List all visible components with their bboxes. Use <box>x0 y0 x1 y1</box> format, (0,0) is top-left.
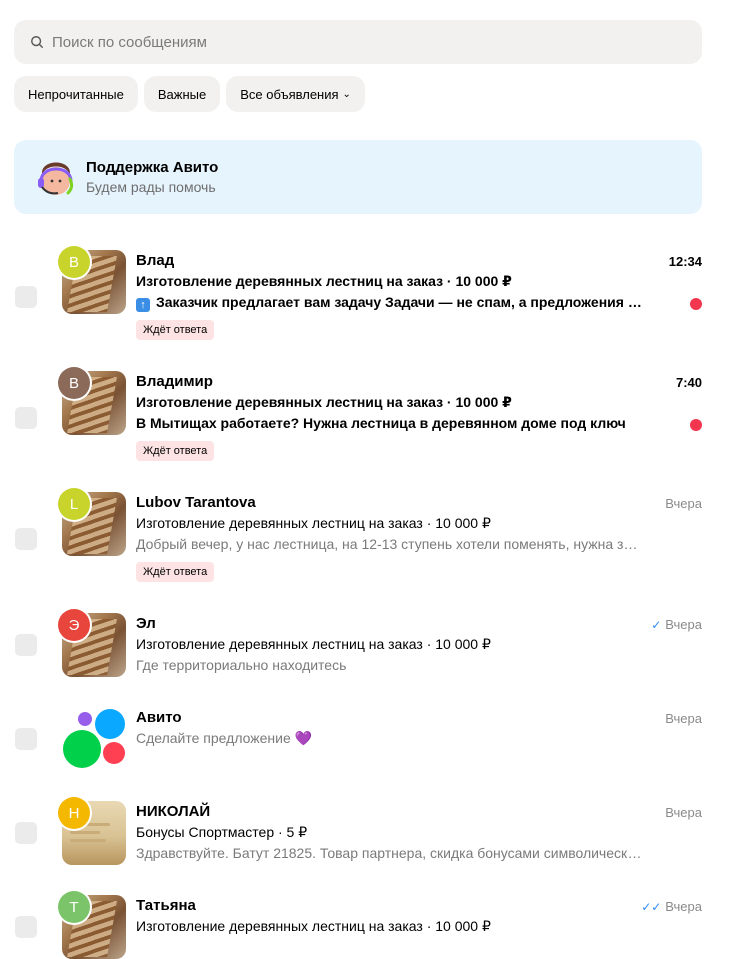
filter-chips: Непрочитанные Важные Все объявления ⌄ <box>14 76 365 112</box>
chat-user-name: Эл <box>136 615 156 632</box>
chat-select-checkbox[interactable] <box>15 286 37 308</box>
chat-time-label: 12:34 <box>668 254 702 269</box>
support-banner[interactable]: Поддержка Авито Будем рады помочь <box>14 140 702 214</box>
chat-last-message: ↑ Заказчик предлагает вам задачу Задачи —… <box>136 294 642 312</box>
chat-time-label: Вчера <box>665 899 702 914</box>
unread-indicator <box>690 298 702 310</box>
chat-time-label: Вчера <box>665 711 702 726</box>
filter-all-ads-dropdown[interactable]: Все объявления ⌄ <box>226 76 365 112</box>
filter-important-button[interactable]: Важные <box>143 76 221 112</box>
chat-last-message: В Мытищах работаете? Нужна лестница в де… <box>136 415 626 431</box>
support-title: Поддержка Авито <box>86 159 219 176</box>
chat-time-label: Вчера <box>665 805 702 820</box>
avito-logo-icon <box>63 709 125 768</box>
search-bar[interactable] <box>14 20 702 64</box>
chat-time: ✓ Вчера <box>651 617 702 632</box>
read-check-icon: ✓ <box>651 617 662 632</box>
chat-ad-title: Изготовление деревянных лестниц на заказ… <box>136 515 491 531</box>
chat-ad-title: Изготовление деревянных лестниц на заказ… <box>136 394 512 410</box>
user-avatar: В <box>58 246 90 278</box>
chat-time-label: Вчера <box>665 496 702 511</box>
chat-user-name: Влад <box>136 252 175 269</box>
chat-select-checkbox[interactable] <box>15 528 37 550</box>
user-avatar: L <box>58 488 90 520</box>
chat-select-checkbox[interactable] <box>15 822 37 844</box>
chat-time: Вчера <box>665 711 702 726</box>
chat-list-item[interactable]: В Влад 12:34 Изготовление деревянных лес… <box>0 246 746 342</box>
chat-time: ✓✓ Вчера <box>641 899 702 914</box>
chat-last-message: Здравствуйте. Батут 21825. Товар партнер… <box>136 845 642 861</box>
chat-select-checkbox[interactable] <box>15 634 37 656</box>
chat-user-name: Татьяна <box>136 897 196 914</box>
filter-all-ads-label: Все объявления <box>240 86 339 102</box>
filter-unread-button[interactable]: Непрочитанные <box>14 76 138 112</box>
chat-user-name: Авито <box>136 709 182 726</box>
chat-time: 12:34 <box>669 254 702 269</box>
chat-ad-title: Изготовление деревянных лестниц на заказ… <box>136 273 512 289</box>
chat-last-message: Сделайте предложение 💜 <box>136 730 313 746</box>
filter-unread-label: Непрочитанные <box>28 86 124 102</box>
chat-time: Вчера <box>665 805 702 820</box>
chevron-down-icon: ⌄ <box>342 88 351 100</box>
chat-last-message-text: Заказчик предлагает вам задачу Задачи — … <box>156 294 642 310</box>
chat-list-item[interactable]: L Lubov Tarantova Вчера Изготовление дер… <box>0 488 746 584</box>
up-arrow-icon: ↑ <box>136 298 150 312</box>
chat-list-item[interactable]: Э Эл ✓ Вчера Изготовление деревянных лест… <box>0 609 746 683</box>
status-badge: Ждёт ответа <box>136 562 215 582</box>
search-input[interactable] <box>50 32 654 52</box>
chat-user-name: НИКОЛАЙ <box>136 803 211 820</box>
chat-time-label: Вчера <box>665 617 702 632</box>
unread-indicator <box>690 419 702 431</box>
chat-user-name: Lubov Tarantova <box>136 494 256 511</box>
search-icon <box>31 36 43 48</box>
chat-time-label: 7:40 <box>675 375 702 390</box>
chat-user-name: Владимир <box>136 373 213 390</box>
filter-important-label: Важные <box>157 86 207 102</box>
chat-select-checkbox[interactable] <box>15 728 37 750</box>
support-subtitle: Будем рады помочь <box>86 179 216 195</box>
user-avatar: Т <box>58 891 90 923</box>
chat-list-item[interactable]: В Владимир 7:40 Изготовление деревянных … <box>0 367 746 463</box>
chat-list-item[interactable]: Т Татьяна ✓✓ Вчера Изготовление деревянны… <box>0 891 746 959</box>
chat-ad-title: Изготовление деревянных лестниц на заказ… <box>136 918 491 934</box>
chat-time: Вчера <box>665 496 702 511</box>
status-badge: Ждёт ответа <box>136 441 215 461</box>
user-avatar: Э <box>58 609 90 641</box>
chat-select-checkbox[interactable] <box>15 407 37 429</box>
user-avatar: В <box>58 367 90 399</box>
chat-list-item[interactable]: Н НИКОЛАЙ Вчера Бонусы Спортмастер · 5 ₽… <box>0 797 746 871</box>
chat-ad-title: Изготовление деревянных лестниц на заказ… <box>136 636 491 652</box>
support-agent-icon <box>38 162 74 195</box>
chat-last-message: Добрый вечер, у нас лестница, на 12-13 с… <box>136 536 642 552</box>
status-badge: Ждёт ответа <box>136 320 215 340</box>
chat-ad-title: Бонусы Спортмастер · 5 ₽ <box>136 824 308 840</box>
chat-time: 7:40 <box>676 375 702 390</box>
chat-select-checkbox[interactable] <box>15 916 37 938</box>
chat-list-item[interactable]: Авито Вчера Сделайте предложение 💜 <box>0 707 746 773</box>
double-check-icon: ✓✓ <box>641 899 662 914</box>
user-avatar: Н <box>58 797 90 829</box>
chat-last-message: Где территориально находитесь <box>136 657 347 673</box>
